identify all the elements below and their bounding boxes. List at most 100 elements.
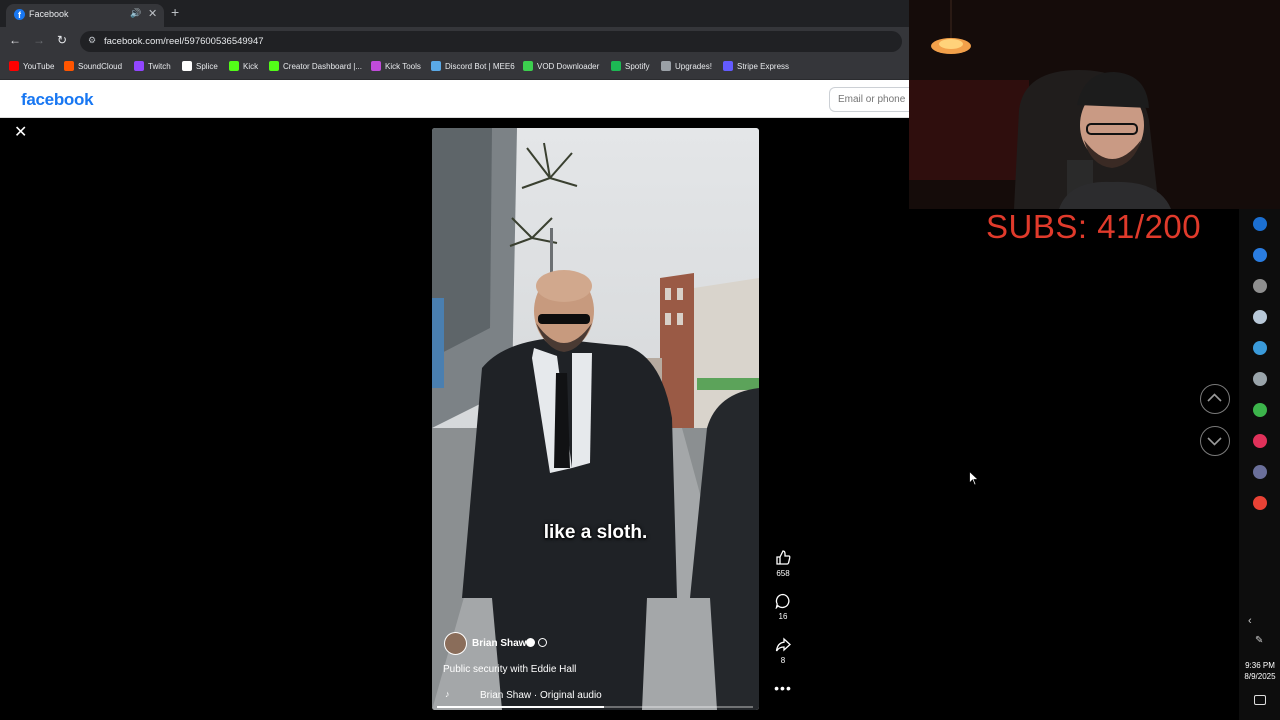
bookmark-label: Kick Tools	[385, 61, 421, 71]
reel-video[interactable]: like a sloth. Brian Shaw Public security…	[432, 128, 759, 710]
bookmark-favicon-icon	[9, 61, 19, 71]
bookmark-label: Kick	[243, 61, 259, 71]
bookmark-favicon-icon	[134, 61, 144, 71]
bookmark-label: Discord Bot | MEE6	[445, 61, 515, 71]
bookmark-label: YouTube	[23, 61, 55, 71]
chevron-left-icon[interactable]: ‹	[1248, 615, 1252, 627]
browser-tab-facebook[interactable]: f Facebook 🔊 ✕	[6, 4, 164, 27]
bookmark-item[interactable]: VOD Downloader	[523, 61, 599, 71]
forward-icon[interactable]: →	[33, 33, 45, 47]
bookmark-label: SoundCloud	[78, 61, 123, 71]
tab-title: Facebook	[29, 9, 69, 19]
bookmark-item[interactable]: Discord Bot | MEE6	[431, 61, 515, 71]
bookmark-favicon-icon	[64, 61, 74, 71]
comment-button[interactable]: 16	[768, 593, 798, 621]
author-avatar[interactable]	[444, 632, 467, 655]
bookmarks-bar: YouTube SoundCloud Twitch Splice Kick Creator…	[0, 56, 909, 80]
app-icon-4[interactable]	[1253, 310, 1267, 324]
bookmark-favicon-icon	[229, 61, 239, 71]
bookmark-favicon-icon	[661, 61, 671, 71]
bookmark-favicon-icon	[723, 61, 733, 71]
chevron-up-icon	[1207, 393, 1222, 402]
verified-icon	[526, 638, 535, 647]
app-icon-3[interactable]	[1253, 279, 1267, 293]
bookmark-label: Upgrades!	[675, 61, 712, 71]
video-progress-fill	[437, 706, 605, 708]
steam-icon[interactable]	[1253, 217, 1267, 231]
address-bar[interactable]: ⚙ facebook.com/reel/597600536549947	[80, 31, 902, 52]
bookmark-item[interactable]: Spotify	[611, 61, 649, 71]
new-tab-icon[interactable]: +	[171, 4, 179, 20]
bookmark-label: Creator Dashboard |...	[283, 61, 363, 71]
bookmark-favicon-icon	[371, 61, 381, 71]
browser-tab-bar: f Facebook 🔊 ✕ +	[0, 0, 909, 27]
next-reel-button[interactable]	[1200, 426, 1230, 456]
like-count: 658	[776, 569, 790, 578]
bookmark-item[interactable]: Kick Tools	[371, 61, 421, 71]
windows-taskbar: ‹ ✎	[1239, 209, 1280, 720]
taskbar-clock[interactable]: 9:36 PM 8/9/2025	[1240, 660, 1280, 682]
previous-reel-button[interactable]	[1200, 384, 1230, 414]
back-icon[interactable]: ←	[9, 33, 21, 47]
bookmark-label: Stripe Express	[737, 61, 790, 71]
bookmark-favicon-icon	[611, 61, 621, 71]
globe-icon	[538, 638, 547, 647]
facebook-logo[interactable]: facebook	[21, 90, 94, 110]
comment-icon	[775, 593, 790, 609]
bookmark-favicon-icon	[523, 61, 533, 71]
share-count: 8	[780, 656, 786, 665]
app-icon-6[interactable]	[1253, 372, 1267, 386]
bookmark-label: Twitch	[148, 61, 171, 71]
reel-description: Public security with Eddie Hall	[443, 664, 577, 675]
share-button[interactable]: 8	[768, 637, 798, 665]
bookmark-favicon-icon	[269, 61, 279, 71]
url-text: facebook.com/reel/597600536549947	[104, 36, 264, 47]
subs-goal-counter: SUBS: 41/200	[986, 208, 1202, 245]
app-icon-8[interactable]	[1253, 434, 1267, 448]
author-name[interactable]: Brian Shaw	[472, 638, 526, 649]
close-tab-icon[interactable]: ✕	[148, 7, 157, 20]
bookmark-label: VOD Downloader	[537, 61, 600, 71]
bookmark-item[interactable]: Splice	[182, 61, 218, 71]
comment-count: 16	[778, 612, 788, 621]
webcam-feed	[909, 0, 1280, 209]
webcam-overlay	[909, 0, 1280, 209]
app-icon-5[interactable]	[1253, 341, 1267, 355]
bookmark-item[interactable]: Upgrades!	[661, 61, 712, 71]
app-icon-2[interactable]	[1253, 248, 1267, 262]
share-icon	[775, 637, 791, 652]
app-icon-9[interactable]	[1253, 465, 1267, 479]
bookmark-favicon-icon	[431, 61, 441, 71]
app-icon-7[interactable]	[1253, 403, 1267, 417]
speaker-icon[interactable]: 🔊	[130, 8, 141, 19]
bookmark-item[interactable]: SoundCloud	[64, 61, 122, 71]
video-progress-bar[interactable]	[437, 706, 753, 708]
audio-icon: ♪	[445, 689, 450, 699]
reel-caption: like a sloth.	[543, 522, 648, 543]
bookmark-item[interactable]: YouTube	[9, 61, 54, 71]
reel-audio[interactable]: Brian Shaw · Original audio	[480, 690, 602, 701]
site-info-icon[interactable]: ⚙	[88, 35, 96, 46]
bookmark-favicon-icon	[182, 61, 192, 71]
like-button[interactable]: 658	[768, 550, 798, 578]
more-options-icon[interactable]: •••	[768, 680, 798, 696]
notifications-icon[interactable]	[1254, 695, 1266, 705]
bookmark-item[interactable]: Creator Dashboard |...	[269, 61, 362, 71]
chevron-down-icon	[1207, 437, 1222, 446]
chrome-icon[interactable]	[1253, 496, 1267, 510]
email-field[interactable]	[829, 87, 919, 112]
bookmark-item[interactable]: Kick	[229, 61, 258, 71]
reel-video-frame	[432, 128, 759, 710]
like-icon	[776, 550, 791, 565]
pen-icon[interactable]: ✎	[1255, 635, 1263, 646]
close-reel-icon[interactable]: ✕	[14, 122, 27, 142]
reload-icon[interactable]: ↻	[57, 33, 67, 47]
bookmark-label: Splice	[196, 61, 218, 71]
bookmark-label: Spotify	[625, 61, 650, 71]
clock-time: 9:36 PM	[1245, 661, 1275, 670]
bookmark-item[interactable]: Twitch	[134, 61, 171, 71]
facebook-favicon-icon: f	[14, 9, 25, 20]
bookmark-item[interactable]: Stripe Express	[723, 61, 789, 71]
facebook-header: facebook	[0, 80, 919, 118]
mouse-cursor-icon	[969, 471, 979, 486]
